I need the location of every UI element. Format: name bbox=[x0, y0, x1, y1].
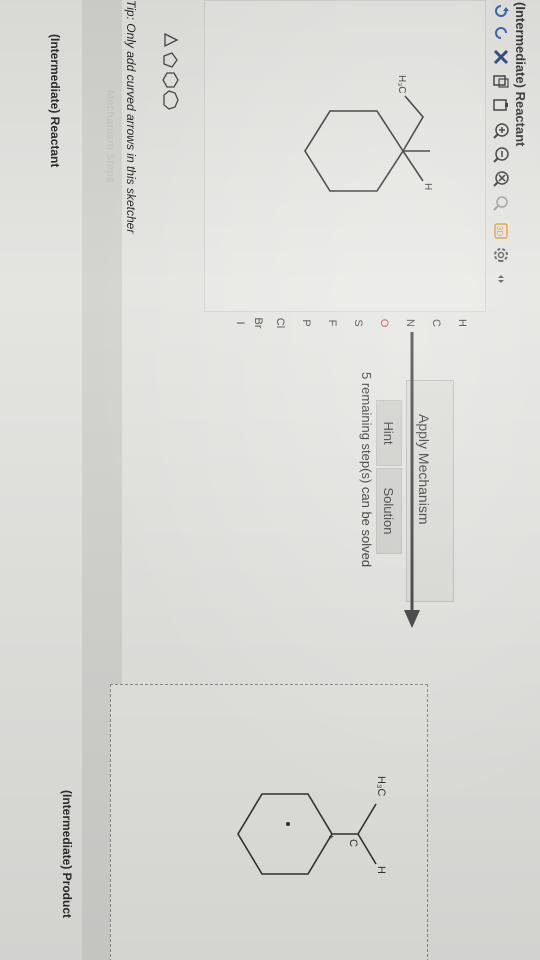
mechanism-steps-label: Mechanism Steps bbox=[104, 90, 116, 183]
sketcher-toolbar: 3D bbox=[488, 0, 512, 540]
hydrogen-label: H bbox=[422, 183, 433, 190]
ring-templates bbox=[162, 30, 180, 130]
element-cl[interactable]: Cl bbox=[274, 312, 286, 334]
product-charge-label: + bbox=[326, 834, 336, 839]
expand-icon[interactable] bbox=[490, 268, 512, 290]
reactant-title: (Intermediate) Reactant bbox=[513, 2, 528, 147]
solution-button[interactable]: Solution bbox=[376, 468, 402, 554]
element-s[interactable]: S bbox=[352, 312, 364, 334]
redo-icon[interactable] bbox=[490, 22, 512, 44]
heptagon-template-icon[interactable] bbox=[163, 90, 179, 110]
3d-icon[interactable]: 3D bbox=[490, 220, 512, 242]
hint-button[interactable]: Hint bbox=[376, 400, 402, 466]
element-f[interactable]: F bbox=[326, 312, 338, 334]
product-methyl-label: H₃C bbox=[375, 776, 387, 796]
element-i[interactable]: I bbox=[234, 312, 246, 334]
clear-icon[interactable] bbox=[490, 46, 512, 68]
element-br[interactable]: Br bbox=[252, 312, 264, 334]
element-p[interactable]: P bbox=[300, 312, 312, 334]
undo-icon[interactable] bbox=[490, 0, 512, 22]
element-h[interactable]: H bbox=[456, 312, 468, 334]
copy-icon[interactable] bbox=[490, 70, 512, 92]
product-label: (Intermediate) Product bbox=[60, 790, 74, 919]
element-o[interactable]: O bbox=[378, 312, 390, 334]
product-molecule: H₃C C + H bbox=[237, 776, 387, 875]
search-icon[interactable] bbox=[490, 192, 512, 214]
mechanism-screen: (Intermediate) Reactant 3D H₃C H H C N O… bbox=[0, 0, 540, 960]
pentagon-template-icon[interactable] bbox=[163, 52, 178, 68]
settings-icon[interactable] bbox=[490, 244, 512, 266]
reactant-sketcher[interactable]: H₃C H bbox=[204, 0, 486, 312]
paste-icon[interactable] bbox=[490, 94, 512, 116]
zoom-out-icon[interactable] bbox=[490, 144, 512, 166]
remaining-steps-text: 5 remaining step(s) can be solved bbox=[359, 372, 374, 568]
photo-background: (Intermediate) Reactant 3D H₃C H H C N O… bbox=[0, 0, 540, 960]
zoom-in-icon[interactable] bbox=[490, 120, 512, 142]
product-carbon-label: C bbox=[347, 839, 359, 847]
element-c[interactable]: C bbox=[430, 312, 442, 334]
hexagon-template-icon[interactable] bbox=[162, 72, 179, 88]
reactant-molecule[interactable]: H₃C H bbox=[205, 1, 485, 311]
sketcher-tip: Tip: Only add curved arrows in this sket… bbox=[124, 0, 138, 234]
product-hydrogen-label: H bbox=[375, 866, 387, 874]
element-bar: H C N O S F P Cl Br I bbox=[214, 312, 486, 334]
svg-text:3D: 3D bbox=[495, 226, 504, 236]
methyl-label: H₃C bbox=[396, 75, 407, 94]
reactant-bottom-label: (Intermediate) Reactant bbox=[48, 34, 62, 168]
triangle-template-icon[interactable] bbox=[164, 32, 179, 48]
zoom-reset-icon[interactable] bbox=[490, 168, 512, 190]
